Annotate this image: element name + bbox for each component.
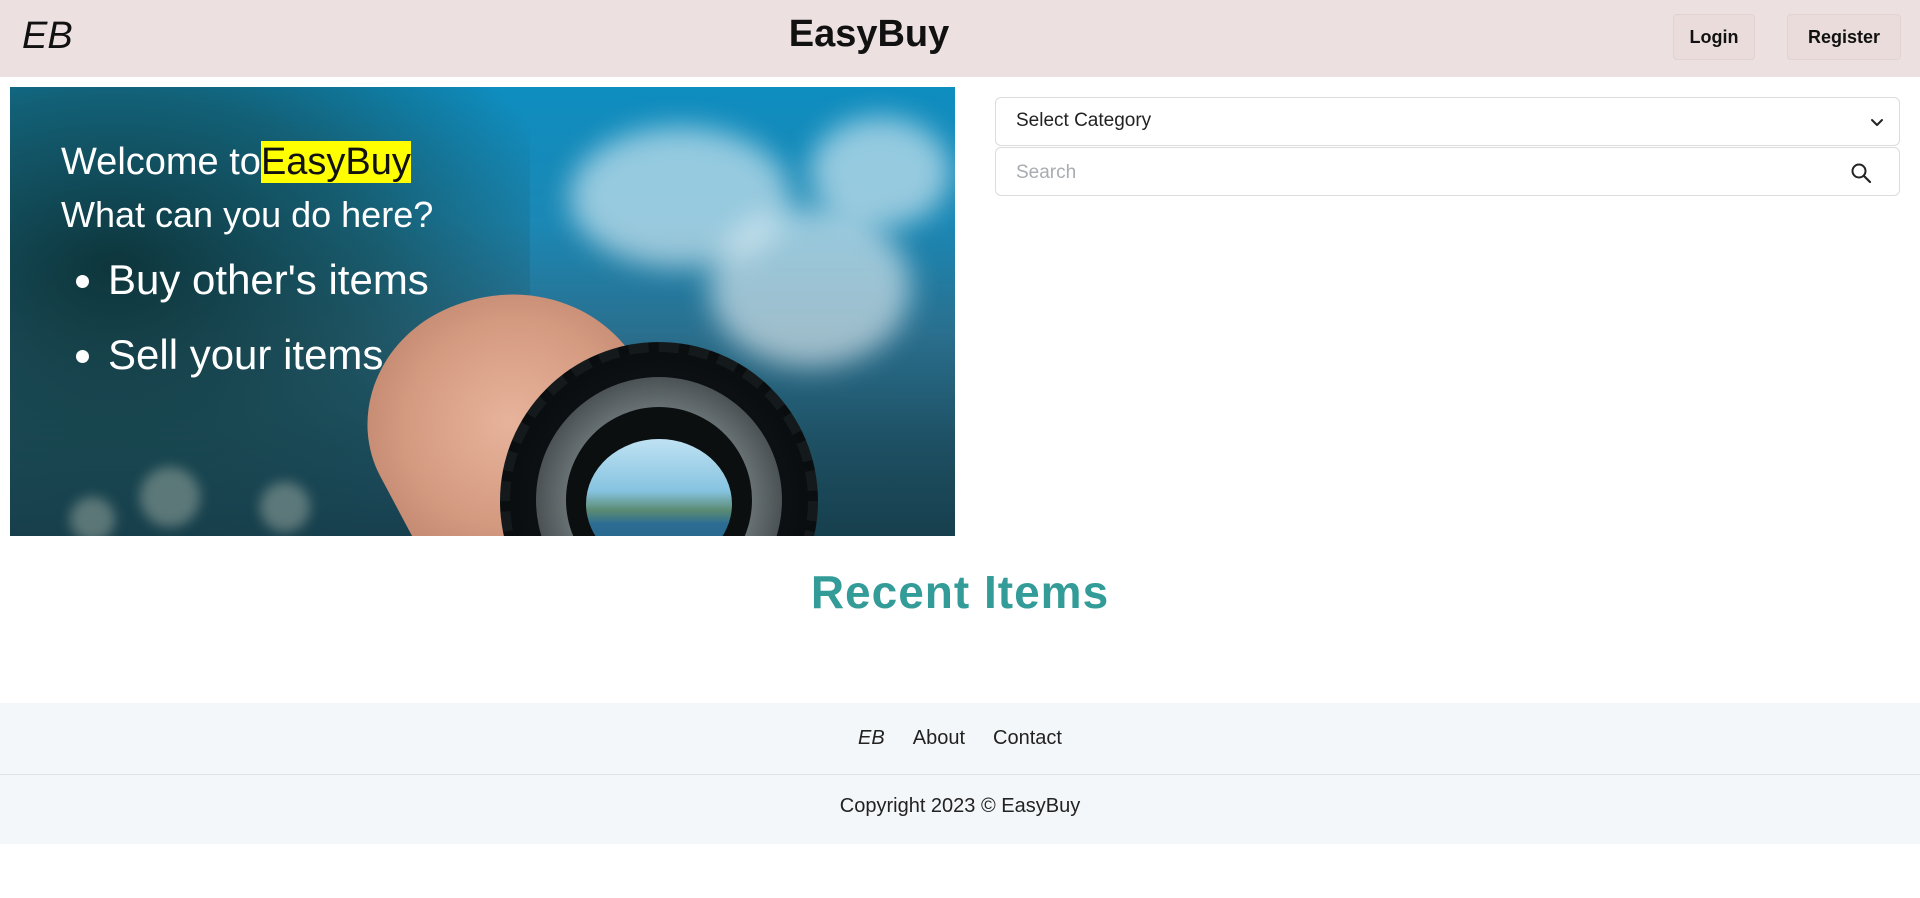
feature-list: Buy other's items Sell your items [61, 255, 433, 380]
bokeh-light [70, 497, 115, 536]
footer-link-about[interactable]: About [913, 727, 965, 750]
chevron-down-icon [1871, 119, 1883, 126]
hero-banner: Welcome toEasyBuy What can you do here? … [10, 87, 955, 536]
welcome-prefix: Welcome to [61, 141, 261, 183]
footer-nav: EB About Contact [0, 703, 1920, 775]
site-title: EasyBuy [788, 13, 950, 55]
footer-logo[interactable]: EB [858, 727, 885, 750]
top-navbar: EB EasyBuy Login Register [0, 0, 1920, 77]
footer-link-contact[interactable]: Contact [993, 727, 1062, 750]
cloud [810, 117, 950, 227]
recent-items-heading: Recent Items [810, 566, 1110, 618]
register-button[interactable]: Register [1787, 14, 1901, 60]
welcome-heading: Welcome toEasyBuy [61, 139, 433, 185]
hero-question: What can you do here? [61, 194, 434, 235]
hero-text: Welcome toEasyBuy What can you do here? … [61, 139, 433, 405]
search-input[interactable] [1014, 156, 1818, 190]
feature-item: Buy other's items [108, 255, 433, 305]
welcome-highlight: EasyBuy [260, 141, 411, 183]
search-icon[interactable] [1849, 161, 1873, 185]
bokeh-light [260, 482, 310, 532]
copyright-text: Copyright 2023 © EasyBuy [839, 795, 1081, 817]
cloud [710, 207, 910, 367]
bokeh-light [140, 467, 200, 527]
category-select[interactable]: Select Category [995, 97, 1900, 146]
category-select-value: Select Category [1016, 110, 1152, 131]
feature-item: Sell your items [108, 330, 433, 380]
footer: EB About Contact Copyright 2023 © EasyBu… [0, 703, 1920, 844]
login-button[interactable]: Login [1673, 14, 1755, 60]
search-bar [995, 147, 1900, 196]
